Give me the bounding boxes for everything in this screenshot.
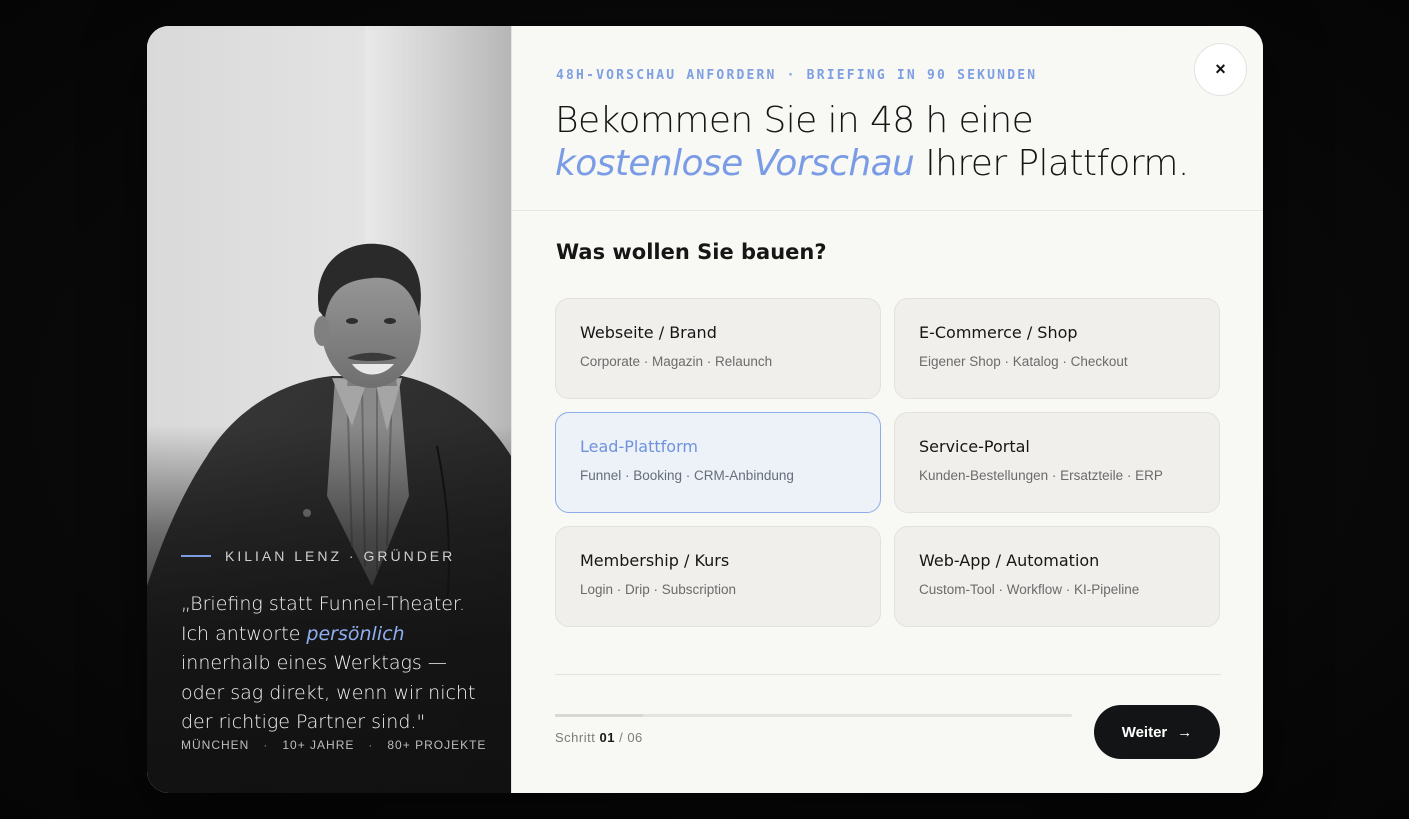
option-subtitle: Eigener Shop · Katalog · Checkout <box>919 354 1128 369</box>
quote-text-end: innerhalb eines Werktags — oder sag dire… <box>181 652 476 733</box>
page-title: Bekommen Sie in 48 h eine kostenlose Vor… <box>555 99 1195 185</box>
step-label: Schritt <box>555 730 596 745</box>
stat-projects: 80+ PROJEKTE <box>387 738 487 752</box>
header-divider <box>512 210 1263 211</box>
step-progress-bar <box>555 714 1072 717</box>
option-title: Lead-Plattform <box>580 437 698 456</box>
step-question: Was wollen Sie bauen? <box>556 240 827 264</box>
option-web-app-automation[interactable]: Web-App / Automation Custom-Tool · Workf… <box>894 526 1220 627</box>
founder-name-line: KILIAN LENZ · GRÜNDER <box>181 548 481 564</box>
option-service-portal[interactable]: Service-Portal Kunden-Bestellungen · Ers… <box>894 412 1220 513</box>
stat-separator: · <box>263 738 269 752</box>
option-title: Membership / Kurs <box>580 551 730 570</box>
step-progress-fill <box>555 714 643 717</box>
step-separator: / <box>619 730 624 745</box>
option-e-commerce-shop[interactable]: E-Commerce / Shop Eigener Shop · Katalog… <box>894 298 1220 399</box>
headline-emphasis: kostenlose Vorschau <box>555 143 915 184</box>
option-membership-kurs[interactable]: Membership / Kurs Login · Drip · Subscri… <box>555 526 881 627</box>
step-total: 06 <box>627 730 643 745</box>
option-title: E-Commerce / Shop <box>919 323 1078 342</box>
option-subtitle: Kunden-Bestellungen · Ersatzteile · ERP <box>919 468 1163 483</box>
briefing-form-panel: 48H-VORSCHAU ANFORDERN · BRIEFING IN 90 … <box>511 26 1263 793</box>
step-current: 01 <box>599 730 615 745</box>
next-button[interactable]: Weiter → <box>1094 705 1220 759</box>
project-type-options: Webseite / Brand Corporate · Magazin · R… <box>555 298 1221 627</box>
accent-rule <box>181 555 211 557</box>
stat-separator: · <box>368 738 374 752</box>
option-subtitle: Custom-Tool · Workflow · KI-Pipeline <box>919 582 1140 597</box>
close-button[interactable]: × <box>1194 43 1247 96</box>
stat-location: MÜNCHEN <box>181 738 250 752</box>
headline-end: Ihrer Plattform. <box>914 143 1189 184</box>
option-subtitle: Corporate · Magazin · Relaunch <box>580 354 773 369</box>
founder-photo-panel: KILIAN LENZ · GRÜNDER „Briefing statt Fu… <box>147 26 511 793</box>
option-subtitle: Funnel · Booking · CRM-Anbindung <box>580 468 794 483</box>
founder-stats: MÜNCHEN · 10+ JAHRE · 80+ PROJEKTE <box>181 738 486 752</box>
option-title: Web-App / Automation <box>919 551 1100 570</box>
close-icon: × <box>1215 59 1226 79</box>
founder-quote: „Briefing statt Funnel-Theater. Ich antw… <box>181 590 481 738</box>
option-lead-plattform[interactable]: Lead-Plattform Funnel · Booking · CRM-An… <box>555 412 881 513</box>
option-webseite-brand[interactable]: Webseite / Brand Corporate · Magazin · R… <box>555 298 881 399</box>
briefing-modal: KILIAN LENZ · GRÜNDER „Briefing statt Fu… <box>147 26 1263 793</box>
founder-name: KILIAN LENZ · GRÜNDER <box>225 548 456 564</box>
option-title: Service-Portal <box>919 437 1030 456</box>
founder-caption: KILIAN LENZ · GRÜNDER „Briefing statt Fu… <box>181 548 481 738</box>
quote-emphasis: persönlich <box>306 622 405 645</box>
eyebrow-label: 48H-VORSCHAU ANFORDERN · BRIEFING IN 90 … <box>556 68 1038 83</box>
footer-divider <box>555 674 1221 675</box>
option-title: Webseite / Brand <box>580 323 717 342</box>
next-button-label: Weiter <box>1121 723 1168 741</box>
arrow-right-icon: → <box>1177 723 1193 741</box>
option-subtitle: Login · Drip · Subscription <box>580 582 737 597</box>
step-indicator: Schritt 01 / 06 <box>555 730 643 745</box>
stat-years: 10+ JAHRE <box>282 738 355 752</box>
headline-start: Bekommen Sie in 48 h eine <box>555 100 1034 141</box>
